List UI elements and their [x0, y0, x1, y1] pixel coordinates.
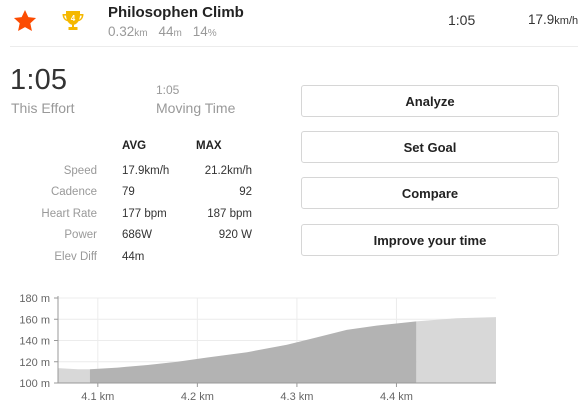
improve-time-button[interactable]: Improve your time	[301, 224, 559, 256]
effort-time: 1:05	[10, 64, 68, 96]
stat-label: Speed	[63, 165, 97, 177]
x-tick-label: 4.2 km	[181, 391, 214, 403]
header-speed-value: 17.9	[528, 12, 555, 27]
set-goal-button[interactable]: Set Goal	[301, 131, 559, 163]
stat-avg: 177 bpm	[122, 208, 167, 220]
header-divider	[10, 46, 578, 47]
trophy-icon: 4	[60, 8, 86, 34]
segment-stats: 0.32km 44m 14%	[108, 24, 217, 39]
stat-max: 187 bpm	[207, 208, 252, 220]
stat-label: Heart Rate	[41, 208, 97, 220]
elevation-area-segment	[89, 321, 417, 383]
y-tick-label: 180 m	[19, 293, 50, 305]
segment-grade-unit: %	[207, 28, 217, 39]
avg-header: AVG	[122, 140, 147, 152]
star-icon[interactable]	[12, 8, 38, 34]
header-speed-unit: km/h	[554, 15, 579, 27]
segment-title[interactable]: Philosophen Climb	[108, 4, 244, 21]
elevation-area-after	[416, 317, 496, 383]
analyze-button[interactable]: Analyze	[301, 85, 559, 117]
max-header: MAX	[196, 140, 222, 152]
segment-distance-unit: km	[134, 28, 148, 39]
segment-elevation-unit: m	[173, 28, 182, 39]
y-tick-label: 100 m	[19, 378, 50, 390]
x-tick-label: 4.1 km	[81, 391, 114, 403]
y-tick-label: 140 m	[19, 336, 50, 348]
stat-avg: 44m	[122, 251, 145, 263]
x-tick-label: 4.4 km	[380, 391, 413, 403]
trophy-rank: 4	[71, 14, 76, 23]
stat-avg: 79	[122, 186, 135, 198]
elevation-chart: 180 m 160 m 140 m 120 m 100 m 4.1 km 4.2 km 4.3…	[19, 293, 496, 403]
y-tick-label: 160 m	[19, 314, 50, 326]
moving-time-label: Moving Time	[156, 100, 236, 116]
stat-label: Cadence	[50, 186, 97, 198]
effort-time-label: This Effort	[11, 100, 75, 116]
segment-elevation: 44	[158, 24, 174, 39]
stat-max: 920 W	[218, 229, 252, 241]
header-speed: 17.9km/h	[528, 12, 578, 27]
y-tick-label: 120 m	[19, 357, 50, 369]
segment-distance: 0.32	[108, 24, 135, 39]
x-tick-label: 4.3 km	[280, 391, 313, 403]
moving-time: 1:05	[156, 83, 180, 97]
compare-button[interactable]: Compare	[301, 177, 559, 209]
stat-max: 92	[239, 186, 252, 198]
stat-avg: 686W	[122, 229, 153, 241]
stat-label: Power	[64, 229, 97, 241]
stat-label: Elev Diff	[54, 251, 97, 263]
elevation-area-before	[58, 368, 90, 383]
segment-grade: 14	[192, 24, 208, 39]
header-time: 1:05	[448, 12, 476, 28]
stat-max: 21.2km/h	[204, 165, 252, 177]
